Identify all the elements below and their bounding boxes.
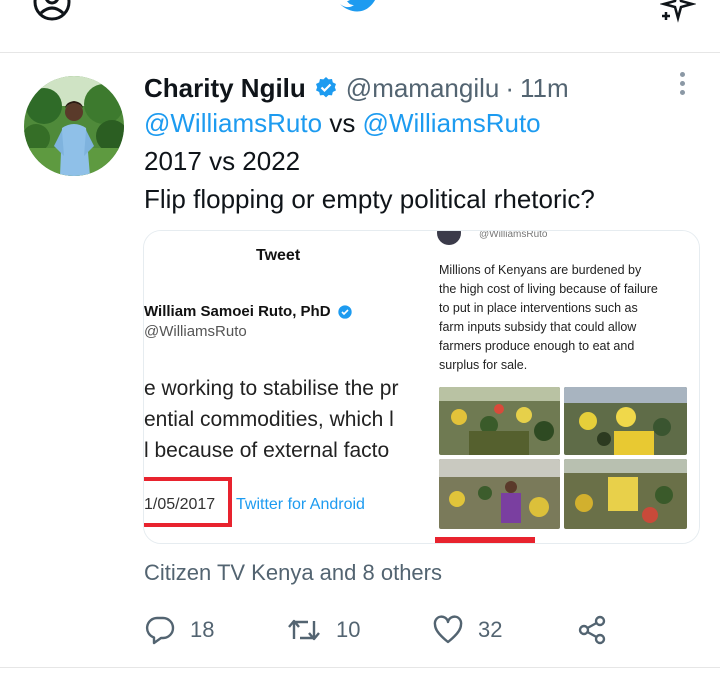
embedded-author: William Samoei Ruto, PhD bbox=[144, 303, 353, 320]
tweet-actions: 18 10 32 bbox=[144, 612, 664, 648]
tweet-text-line-3: Flip flopping or empty political rhetori… bbox=[144, 184, 595, 214]
like-count: 32 bbox=[478, 617, 503, 642]
mention-link[interactable]: @WilliamsRuto bbox=[144, 108, 322, 138]
retweet-button[interactable]: 10 bbox=[286, 612, 360, 648]
embedded-author-handle: @WilliamsRuto bbox=[144, 323, 247, 340]
sparkle-icon[interactable] bbox=[659, 0, 697, 29]
crowd-photo bbox=[439, 387, 560, 455]
embedded-text-line: to put in place interventions such as bbox=[439, 301, 638, 315]
profile-icon[interactable] bbox=[32, 0, 72, 27]
like-button[interactable]: 32 bbox=[432, 612, 502, 648]
share-icon bbox=[578, 615, 606, 645]
embedded-text-line: farmers produce enough to eat and bbox=[439, 339, 635, 353]
embedded-tweet-header: Tweet bbox=[256, 247, 301, 264]
media-image-left[interactable]: Tweet William Samoei Ruto, PhD @Williams… bbox=[144, 231, 417, 543]
divider bbox=[0, 667, 720, 668]
embedded-source: Twitter for Android bbox=[236, 496, 365, 513]
separator-dot: · bbox=[505, 72, 515, 103]
reply-button[interactable]: 18 bbox=[144, 612, 214, 648]
social-context[interactable]: Citizen TV Kenya and 8 others bbox=[144, 560, 442, 586]
embedded-author-name: William Samoei Ruto, PhD bbox=[144, 303, 331, 320]
share-button[interactable] bbox=[576, 612, 622, 648]
verified-badge-icon bbox=[337, 304, 353, 320]
crowd-photo bbox=[564, 387, 687, 455]
embedded-text-line: l because of external facto bbox=[144, 439, 390, 462]
embedded-text-line: farm inputs subsidy that could allow bbox=[439, 320, 637, 334]
top-bar bbox=[0, 0, 720, 53]
embedded-text-line: Millions of Kenyans are burdened by bbox=[439, 263, 642, 277]
tweet-header: Charity Ngilu @mamangilu · 11m bbox=[144, 70, 569, 106]
crowd-photo bbox=[439, 459, 560, 529]
heart-icon bbox=[433, 615, 463, 644]
crowd-photo bbox=[564, 459, 687, 529]
embedded-text-line: ential commodities, which l bbox=[144, 408, 394, 431]
more-options-icon[interactable] bbox=[676, 72, 688, 100]
media-image-right[interactable]: @WilliamsRuto Millions of Kenyans are bu… bbox=[427, 231, 699, 543]
author-handle[interactable]: @mamangilu bbox=[346, 73, 500, 104]
reply-count: 18 bbox=[190, 617, 215, 642]
verified-badge-icon bbox=[314, 76, 338, 100]
tweet-text-line-1: @WilliamsRuto vs @WilliamsRuto bbox=[144, 108, 541, 139]
media-divider bbox=[417, 231, 427, 543]
tweet-media[interactable]: Tweet William Samoei Ruto, PhD @Williams… bbox=[143, 230, 700, 544]
retweet-icon bbox=[288, 619, 320, 641]
avatar bbox=[437, 231, 461, 245]
author-name[interactable]: Charity Ngilu bbox=[144, 73, 306, 104]
embedded-author-handle: @WilliamsRuto bbox=[479, 231, 548, 240]
highlight-box bbox=[435, 537, 535, 543]
highlight-box bbox=[144, 477, 232, 527]
embedded-text-line: the high cost of living because of failu… bbox=[439, 282, 658, 296]
mention-link[interactable]: @WilliamsRuto bbox=[363, 108, 541, 138]
twitter-bird-icon[interactable] bbox=[338, 0, 382, 25]
reply-icon bbox=[145, 616, 175, 645]
embedded-text-line: e working to stabilise the pr bbox=[144, 377, 399, 400]
embedded-text-line: surplus for sale. bbox=[439, 358, 528, 372]
tweet-timestamp[interactable]: 11m bbox=[520, 73, 569, 104]
tweet-text-line-2: 2017 vs 2022 bbox=[144, 146, 301, 176]
retweet-count: 10 bbox=[336, 617, 361, 642]
avatar[interactable] bbox=[24, 76, 124, 176]
vs-text: vs bbox=[329, 108, 356, 138]
